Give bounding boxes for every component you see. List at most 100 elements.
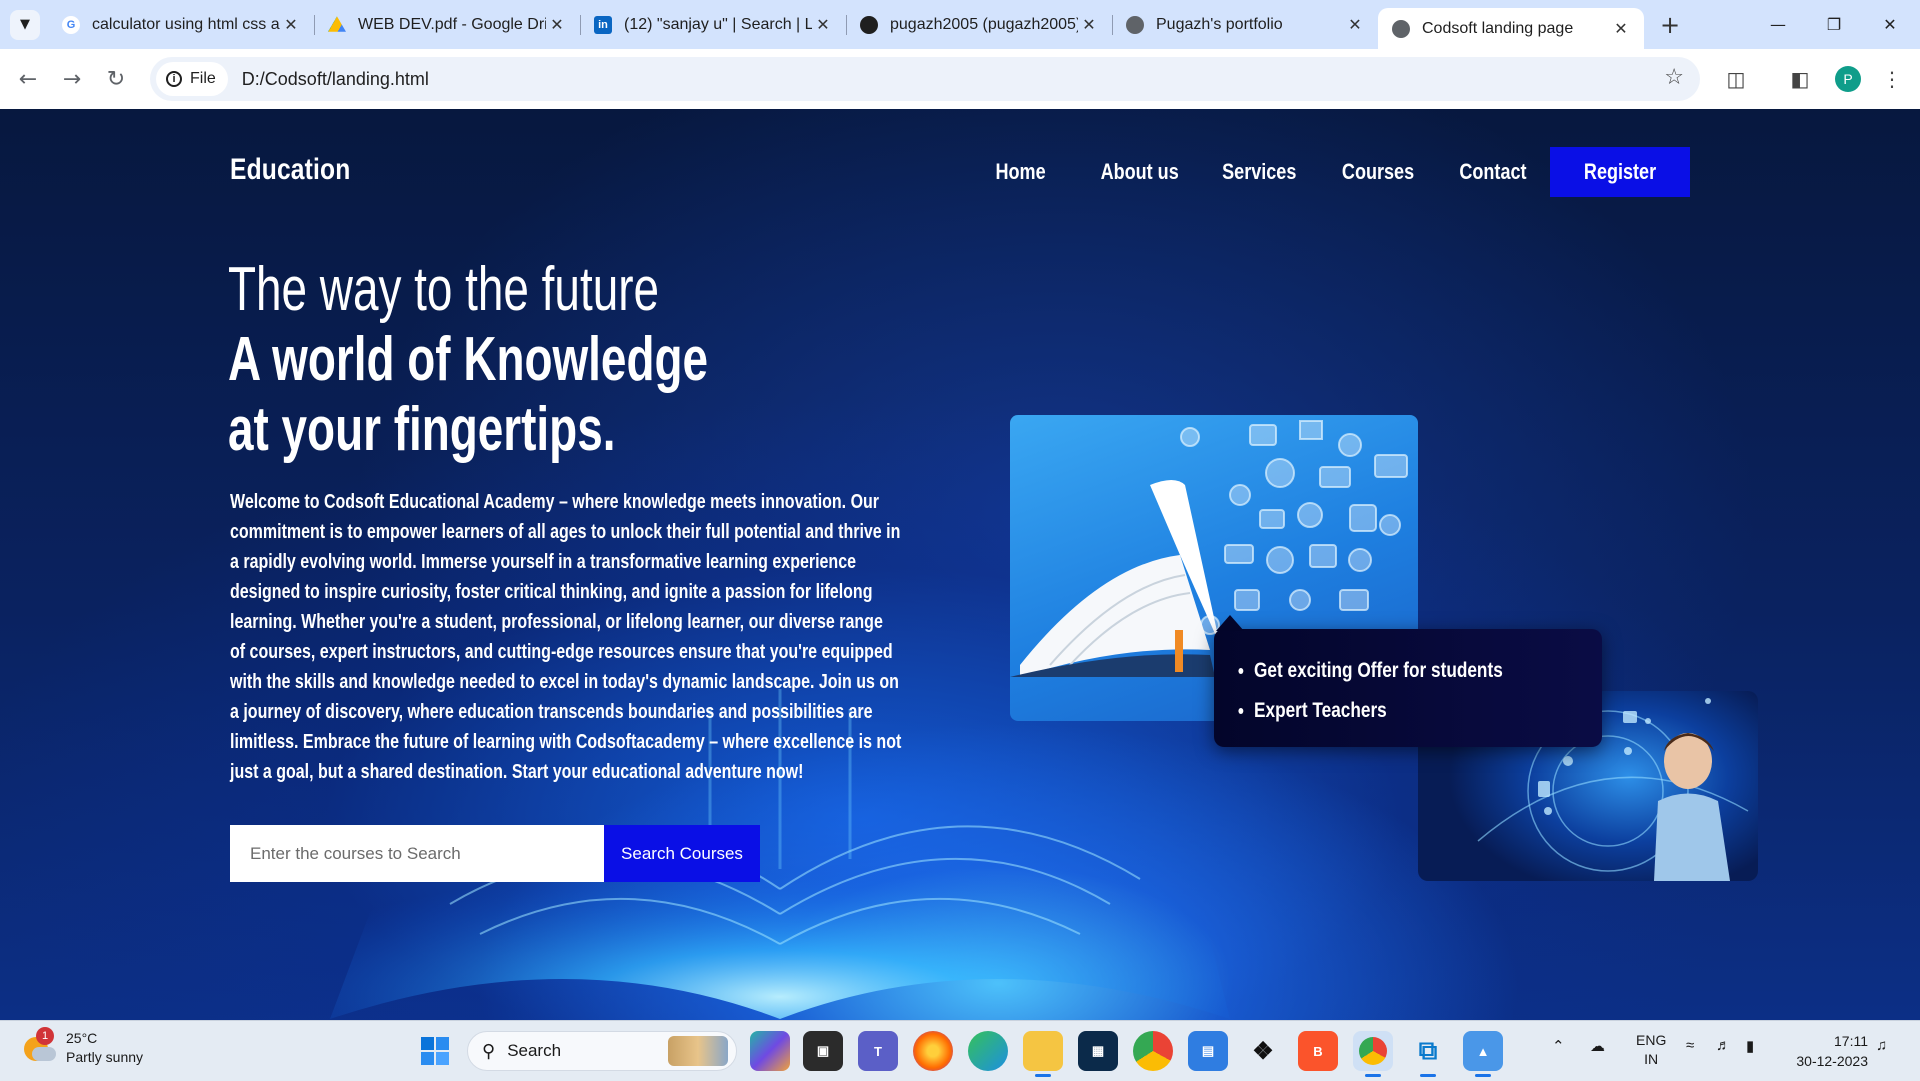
address-bar[interactable]: i File D:/Codsoft/landing.html ☆ <box>150 57 1700 101</box>
side-panel-button[interactable]: ◧ <box>1778 57 1822 101</box>
course-search-input[interactable] <box>230 825 604 882</box>
nav-home[interactable]: Home <box>996 159 1046 185</box>
browser-tab-active[interactable]: Codsoft landing page ✕ <box>1378 8 1644 49</box>
region-code: IN <box>1644 1051 1659 1067</box>
close-icon[interactable]: ✕ <box>1078 15 1100 35</box>
copilot-app[interactable] <box>750 1031 790 1071</box>
minimize-icon: — <box>1770 15 1786 34</box>
tab-title: calculator using html css and <box>92 15 280 33</box>
arrow-right-icon: → <box>62 66 82 92</box>
store-app[interactable]: ▦ <box>1078 1031 1118 1071</box>
offers-list: Get exciting Offer for students Expert T… <box>1214 629 1602 731</box>
browser-tab[interactable]: pugazh2005 (pugazh2005) ✕ <box>846 0 1112 49</box>
reload-icon: ↻ <box>106 66 126 92</box>
tab-title: pugazh2005 (pugazh2005) <box>890 15 1078 33</box>
weather-widget[interactable]: 1 25°C Partly sunny <box>22 1027 144 1067</box>
clock-time: 17:11 <box>1834 1033 1868 1049</box>
landing-page: Education Home About us Services Courses… <box>0 109 1920 1020</box>
site-info-chip[interactable]: i File <box>156 62 228 96</box>
dropbox-app[interactable]: ❖ <box>1243 1031 1283 1071</box>
photos-icon: ▲ <box>1476 1043 1490 1059</box>
hero-line-3: at your fingertips. <box>228 395 616 464</box>
tab-search-menu-button[interactable]: ▼ <box>10 9 40 40</box>
photos-app[interactable]: ▲ <box>1463 1031 1503 1077</box>
microsoft-store-app[interactable]: ▤ <box>1188 1031 1228 1071</box>
shopping-bag-icon: ▤ <box>1201 1043 1215 1058</box>
register-button[interactable]: Register <box>1550 147 1690 197</box>
windows-icon <box>421 1037 449 1065</box>
tab-title: Pugazh's portfolio <box>1156 15 1283 33</box>
vscode-app[interactable]: ⧉ <box>1408 1031 1448 1077</box>
hero-line-2: A world of Knowledge <box>228 325 709 394</box>
notification-bell-icon[interactable]: ♫ <box>1876 1037 1887 1054</box>
wifi-icon[interactable]: ≈ <box>1686 1037 1694 1054</box>
close-icon[interactable]: ✕ <box>812 15 834 35</box>
avatar: P <box>1835 66 1861 92</box>
browser-tab[interactable]: in (12) "sanjay u" | Search | LinkedIn ✕ <box>580 0 846 49</box>
puzzle-icon: ◫ <box>1726 67 1746 91</box>
clock-date: 30-12-2023 <box>1796 1053 1868 1069</box>
vscode-icon: ⧉ <box>1418 1035 1438 1065</box>
chrome-profile-app[interactable] <box>1353 1031 1393 1077</box>
side-panel-icon: ◧ <box>1790 67 1810 91</box>
search-highlight-image <box>668 1036 728 1066</box>
browser-tab[interactable]: Pugazh's portfolio ✕ <box>1112 0 1378 49</box>
task-view-app[interactable]: ▣ <box>803 1031 843 1071</box>
close-icon[interactable]: ✕ <box>1344 15 1366 35</box>
globe-icon <box>1126 15 1144 34</box>
chrome-app[interactable] <box>1133 1031 1173 1071</box>
language-indicator[interactable]: ENG IN <box>1636 1031 1666 1069</box>
brand-logo[interactable]: Education <box>230 153 350 187</box>
restore-button[interactable]: ❐ <box>1806 0 1862 49</box>
browser-tab[interactable]: WEB DEV.pdf - Google Drive ✕ <box>314 0 580 49</box>
store-icon: ▦ <box>1091 1043 1105 1058</box>
globe-icon <box>1392 19 1410 38</box>
search-courses-button[interactable]: Search Courses <box>604 825 760 882</box>
close-icon[interactable]: ✕ <box>280 15 302 35</box>
file-explorer-app[interactable] <box>1023 1031 1063 1077</box>
back-button[interactable]: ← <box>6 57 50 101</box>
close-window-button[interactable]: ✕ <box>1862 0 1918 49</box>
search-icon: ⚲ <box>482 1040 496 1061</box>
tab-title: (12) "sanjay u" | Search | LinkedIn <box>624 15 812 33</box>
browser-menu-button[interactable]: ⋮ <box>1870 57 1914 101</box>
brave-app[interactable]: B <box>1298 1031 1338 1071</box>
volume-icon[interactable]: ♬ <box>1716 1037 1731 1054</box>
taskbar-search-label: Search <box>507 1041 562 1060</box>
bookmark-star-icon[interactable]: ☆ <box>1664 65 1684 90</box>
google-icon: G <box>62 15 80 34</box>
close-icon[interactable]: ✕ <box>1610 19 1632 39</box>
nav-contact[interactable]: Contact <box>1459 159 1526 185</box>
profile-button[interactable]: P <box>1826 57 1870 101</box>
taskbar-search[interactable]: ⚲ Search <box>467 1031 737 1071</box>
task-view-icon: ▣ <box>816 1043 830 1058</box>
forward-button[interactable]: → <box>50 57 94 101</box>
tab-strip: ▼ G calculator using html css and ✕ WEB … <box>0 0 1920 49</box>
new-tab-button[interactable]: + <box>1652 7 1688 43</box>
nav-courses[interactable]: Courses <box>1342 159 1414 185</box>
start-button[interactable] <box>415 1031 455 1071</box>
edge-app[interactable] <box>968 1031 1008 1071</box>
offers-callout: Get exciting Offer for students Expert T… <box>1214 615 1602 747</box>
nav-services[interactable]: Services <box>1222 159 1296 185</box>
close-icon[interactable]: ✕ <box>546 15 568 35</box>
teams-app[interactable]: T <box>858 1031 898 1071</box>
onedrive-icon[interactable]: ☁ <box>1590 1037 1605 1055</box>
chrome-profile-icon <box>1359 1037 1387 1065</box>
url-text[interactable]: D:/Codsoft/landing.html <box>242 69 429 90</box>
battery-icon[interactable]: ▮ <box>1746 1037 1754 1055</box>
tab-title: WEB DEV.pdf - Google Drive <box>358 15 546 33</box>
brave-icon: B <box>1313 1043 1323 1059</box>
firefox-app[interactable] <box>913 1031 953 1071</box>
chevron-up-icon[interactable]: ⌃ <box>1552 1037 1565 1055</box>
list-item: Get exciting Offer for students <box>1254 651 1539 691</box>
nav-about-us[interactable]: About us <box>1101 159 1179 185</box>
system-clock[interactable]: 17:11 30-12-2023 <box>1796 1031 1868 1071</box>
extensions-button[interactable]: ◫ <box>1714 57 1758 101</box>
plus-icon: + <box>1659 10 1681 39</box>
partly-sunny-icon: 1 <box>22 1027 56 1065</box>
browser-tab[interactable]: G calculator using html css and ✕ <box>48 0 314 49</box>
minimize-button[interactable]: — <box>1750 0 1806 49</box>
weather-description: Partly sunny <box>66 1049 144 1065</box>
reload-button[interactable]: ↻ <box>94 57 138 101</box>
